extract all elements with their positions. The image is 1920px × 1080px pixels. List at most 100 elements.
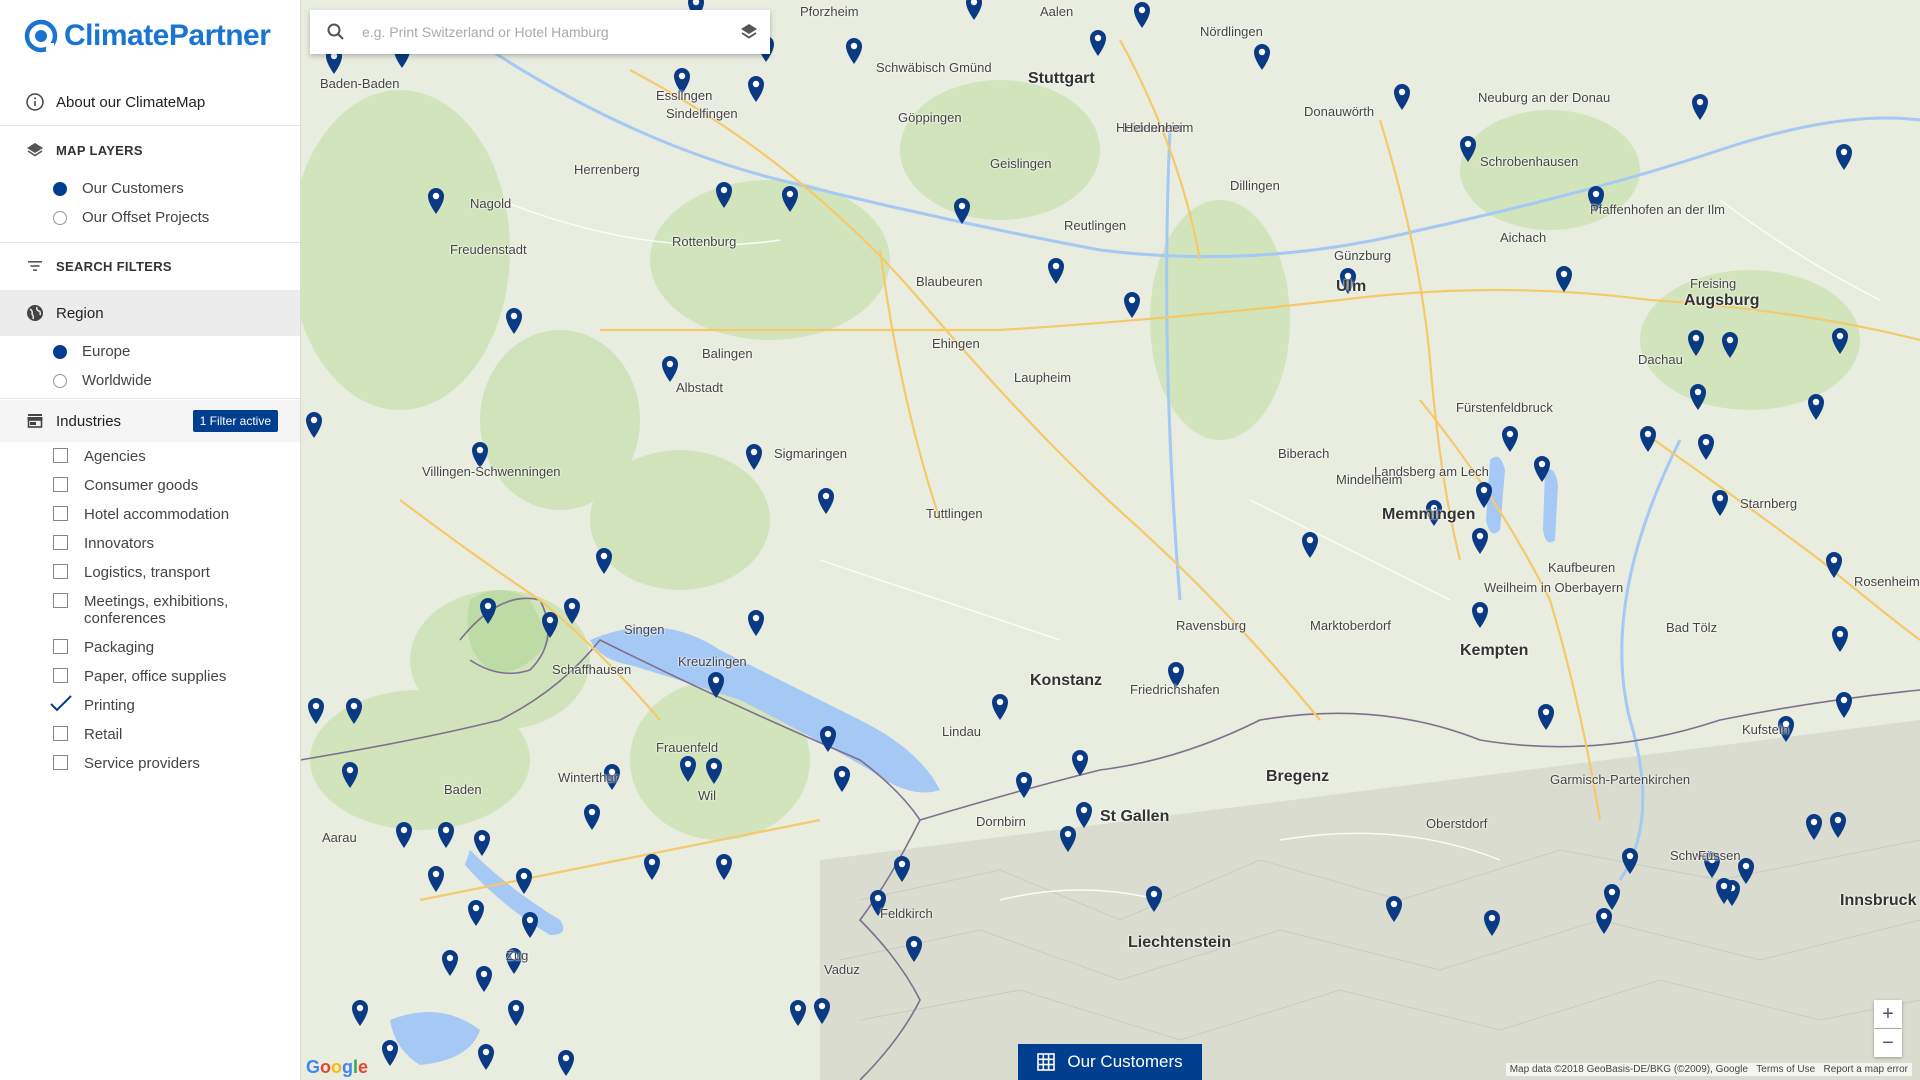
customer-pin[interactable] xyxy=(716,182,732,208)
climatepartner-logo[interactable]: ClimatePartner xyxy=(24,16,271,56)
industries-filter[interactable]: Industries 1 Filter active xyxy=(0,400,300,442)
checkbox-unchecked[interactable] xyxy=(53,448,68,463)
customer-pin[interactable] xyxy=(522,912,538,938)
checkbox-unchecked[interactable] xyxy=(53,535,68,550)
customer-pin[interactable] xyxy=(992,694,1008,720)
customer-pin[interactable] xyxy=(706,758,722,784)
industry-option[interactable]: Meetings, exhibitions, conferences xyxy=(53,593,254,627)
customer-pin[interactable] xyxy=(748,610,764,636)
our-customers-tab[interactable]: Our Customers xyxy=(1018,1044,1202,1080)
radio-selected[interactable] xyxy=(53,344,67,359)
customer-pin[interactable] xyxy=(1072,750,1088,776)
customer-pin[interactable] xyxy=(596,548,612,574)
customer-pin[interactable] xyxy=(468,900,484,926)
customer-pin[interactable] xyxy=(1302,532,1318,558)
zoom-in-button[interactable]: + xyxy=(1874,1000,1902,1028)
radio-selected[interactable] xyxy=(53,181,67,196)
customer-pin[interactable] xyxy=(1688,330,1704,356)
customer-pin[interactable] xyxy=(894,856,910,882)
customer-pin[interactable] xyxy=(564,598,580,624)
customer-pin[interactable] xyxy=(834,766,850,792)
customer-pin[interactable] xyxy=(1254,44,1270,70)
customer-pin[interactable] xyxy=(1502,426,1518,452)
customer-pin[interactable] xyxy=(428,188,444,214)
customer-pin[interactable] xyxy=(790,1000,806,1026)
industry-option[interactable]: Retail xyxy=(53,726,122,743)
checkbox-unchecked[interactable] xyxy=(53,506,68,521)
customer-pin[interactable] xyxy=(1806,814,1822,840)
customer-pin[interactable] xyxy=(396,822,412,848)
customer-pin[interactable] xyxy=(1076,802,1092,828)
customer-pin[interactable] xyxy=(1386,896,1402,922)
customer-pin[interactable] xyxy=(1484,910,1500,936)
customer-pin[interactable] xyxy=(814,998,830,1024)
layer-option-customers[interactable]: Our Customers xyxy=(53,180,184,197)
customer-pin[interactable] xyxy=(818,488,834,514)
customer-pin[interactable] xyxy=(746,444,762,470)
report-error-link[interactable]: Report a map error xyxy=(1824,1064,1908,1075)
industry-option[interactable]: Printing xyxy=(50,695,135,714)
customer-pin[interactable] xyxy=(478,1044,494,1070)
customer-pin[interactable] xyxy=(954,198,970,224)
customer-pin[interactable] xyxy=(1134,2,1150,28)
checkbox-unchecked[interactable] xyxy=(53,726,68,741)
customer-pin[interactable] xyxy=(1604,884,1620,910)
customer-pin[interactable] xyxy=(1808,394,1824,420)
customer-pin[interactable] xyxy=(346,698,362,724)
customer-pin[interactable] xyxy=(1556,266,1572,292)
industry-option[interactable]: Innovators xyxy=(53,535,154,552)
about-link[interactable]: About our ClimateMap xyxy=(0,88,300,116)
industry-option[interactable]: Hotel accommodation xyxy=(53,506,229,523)
industry-option[interactable]: Paper, office supplies xyxy=(53,668,226,685)
checkbox-unchecked[interactable] xyxy=(53,639,68,654)
customer-pin[interactable] xyxy=(1048,258,1064,284)
customer-pin[interactable] xyxy=(1460,136,1476,162)
customer-pin[interactable] xyxy=(1534,456,1550,482)
region-filter[interactable]: Region xyxy=(0,290,300,336)
customer-pin[interactable] xyxy=(428,866,444,892)
customer-pin[interactable] xyxy=(708,672,724,698)
customer-pin[interactable] xyxy=(1836,692,1852,718)
customer-pin[interactable] xyxy=(342,762,358,788)
customer-pin[interactable] xyxy=(1832,626,1848,652)
customer-pin[interactable] xyxy=(438,822,454,848)
region-option-europe[interactable]: Europe xyxy=(53,343,130,360)
industry-option[interactable]: Agencies xyxy=(53,448,146,465)
customer-pin[interactable] xyxy=(476,966,492,992)
customer-pin[interactable] xyxy=(382,1040,398,1066)
checkbox-unchecked[interactable] xyxy=(53,477,68,492)
customer-pin[interactable] xyxy=(1090,30,1106,56)
customer-pin[interactable] xyxy=(480,598,496,624)
industry-option[interactable]: Packaging xyxy=(53,639,154,656)
customer-pin[interactable] xyxy=(820,726,836,752)
customer-pin[interactable] xyxy=(1722,332,1738,358)
checkbox-unchecked[interactable] xyxy=(53,564,68,579)
industry-option[interactable]: Logistics, transport xyxy=(53,564,210,581)
customer-pin[interactable] xyxy=(542,612,558,638)
customer-pin[interactable] xyxy=(442,950,458,976)
customer-pin[interactable] xyxy=(1832,328,1848,354)
region-option-worldwide[interactable]: Worldwide xyxy=(53,372,152,389)
search-input[interactable] xyxy=(360,23,724,41)
checkbox-unchecked[interactable] xyxy=(53,668,68,683)
customer-pin[interactable] xyxy=(1698,434,1714,460)
customer-pin[interactable] xyxy=(1124,292,1140,318)
industry-option[interactable]: Service providers xyxy=(53,755,200,772)
customer-pin[interactable] xyxy=(306,412,322,438)
customer-pin[interactable] xyxy=(1712,490,1728,516)
customer-pin[interactable] xyxy=(1622,848,1638,874)
customer-pin[interactable] xyxy=(558,1050,574,1076)
customer-pin[interactable] xyxy=(1060,826,1076,852)
customer-pin[interactable] xyxy=(474,830,490,856)
terms-link[interactable]: Terms of Use xyxy=(1756,1064,1815,1075)
customer-pin[interactable] xyxy=(1692,94,1708,120)
customer-pin[interactable] xyxy=(644,854,660,880)
layer-option-offset-projects[interactable]: Our Offset Projects xyxy=(53,209,209,226)
customer-pin[interactable] xyxy=(584,804,600,830)
customer-pin[interactable] xyxy=(1472,528,1488,554)
customer-pin[interactable] xyxy=(662,356,678,382)
checkbox-unchecked[interactable] xyxy=(53,755,68,770)
customer-pin[interactable] xyxy=(1394,84,1410,110)
customer-pin[interactable] xyxy=(1830,812,1846,838)
customer-pin[interactable] xyxy=(308,698,324,724)
